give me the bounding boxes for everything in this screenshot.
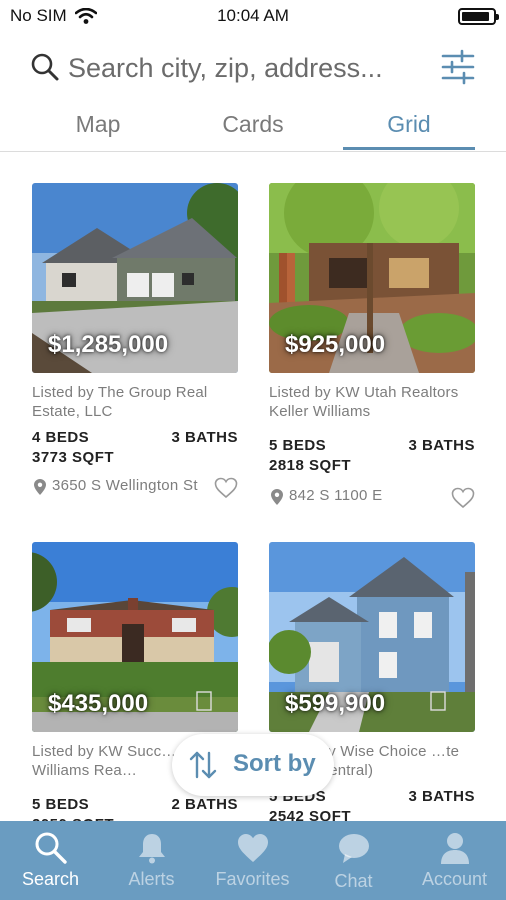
beds-count: 5 BEDS [32, 796, 90, 813]
listing-address: 3650 S Wellington St [52, 477, 198, 494]
bottom-navigation: Search Alerts Favorites Chat Account [0, 821, 506, 900]
beds-count: 4 BEDS [32, 429, 90, 446]
address-row: 3650 S Wellington St [32, 477, 238, 517]
chat-icon [339, 834, 369, 863]
nav-search-label: Search [21, 869, 80, 889]
search-input[interactable] [68, 48, 428, 88]
sqft-value: 3773 SQFT [32, 449, 115, 466]
sqft-row: 2818 SQFT [269, 457, 475, 477]
nav-chat[interactable]: Chat [303, 821, 404, 900]
baths-count: 2 BATHS [171, 796, 238, 813]
listing-photo[interactable]: $925,000 [269, 183, 475, 373]
carrier-label: No SIM [10, 6, 67, 25]
nav-favorites[interactable]: Favorites [202, 821, 303, 900]
filter-sliders-icon[interactable] [440, 48, 476, 86]
favorite-heart-icon[interactable] [451, 487, 475, 509]
beds-baths-row: 5 BEDS 2 BATHS [32, 796, 238, 816]
nav-search[interactable]: Search [0, 821, 101, 900]
baths-count: 3 BATHS [408, 437, 475, 454]
bell-icon [139, 834, 165, 864]
listing-photo[interactable]: $435,000 [32, 542, 238, 732]
view-tabs: Map Cards Grid [0, 100, 506, 152]
search-bar [0, 40, 506, 96]
nav-account-label: Account [421, 869, 488, 889]
listing-price: $1,285,000 [48, 331, 169, 358]
location-pin-icon [271, 489, 283, 505]
listing-photo[interactable]: $1,285,000 [32, 183, 238, 373]
listing-price: $925,000 [285, 331, 386, 358]
address-row: 842 S 1100 E [269, 487, 475, 527]
nav-alerts[interactable]: Alerts [101, 821, 202, 900]
sort-label: Sort by [233, 750, 316, 777]
status-bar: No SIM 10:04 AM [0, 0, 506, 34]
listing-photo[interactable]: $599,900 [269, 542, 475, 732]
person-icon [441, 833, 469, 864]
nav-favorites-label: Favorites [215, 869, 290, 889]
beds-baths-row: 5 BEDS 3 BATHS [269, 437, 475, 457]
listing-card[interactable]: $925,000 Listed by KW Utah Realtors Kell… [269, 183, 475, 527]
tab-cards[interactable]: Cards [185, 100, 321, 152]
baths-count: 3 BATHS [171, 429, 238, 446]
nav-account[interactable]: Account [404, 821, 505, 900]
sort-arrows-icon [189, 751, 217, 779]
listing-price: $599,900 [285, 690, 386, 717]
nav-alerts-label: Alerts [128, 869, 175, 889]
beds-baths-row: 4 BEDS 3 BATHS [32, 429, 238, 449]
tab-map[interactable]: Map [30, 100, 166, 152]
listing-card[interactable]: $1,285,000 Listed by The Group Real Esta… [32, 183, 238, 517]
wifi-icon [74, 8, 97, 24]
listing-address: 842 S 1100 E [289, 487, 383, 504]
battery-icon [458, 8, 499, 25]
sort-button[interactable]: Sort by [172, 734, 334, 796]
listing-agent: Listed by KW Utah Realtors Keller Willia… [269, 384, 459, 420]
listing-agent: Listed by The Group Real Estate, LLC [32, 384, 208, 420]
beds-count: 5 BEDS [269, 437, 327, 454]
search-icon [35, 832, 67, 864]
search-icon [31, 53, 59, 81]
tab-grid[interactable]: Grid [343, 100, 475, 152]
baths-count: 3 BATHS [408, 788, 475, 805]
location-pin-icon [34, 479, 46, 495]
sqft-row: 3773 SQFT [32, 449, 238, 469]
nav-chat-label: Chat [334, 871, 373, 891]
favorite-heart-icon[interactable] [214, 477, 238, 499]
active-tab-indicator [343, 147, 475, 150]
sqft-value: 2818 SQFT [269, 457, 352, 474]
carrier-status: No SIM [10, 6, 97, 26]
listing-price: $435,000 [48, 690, 149, 717]
heart-icon [238, 834, 268, 862]
